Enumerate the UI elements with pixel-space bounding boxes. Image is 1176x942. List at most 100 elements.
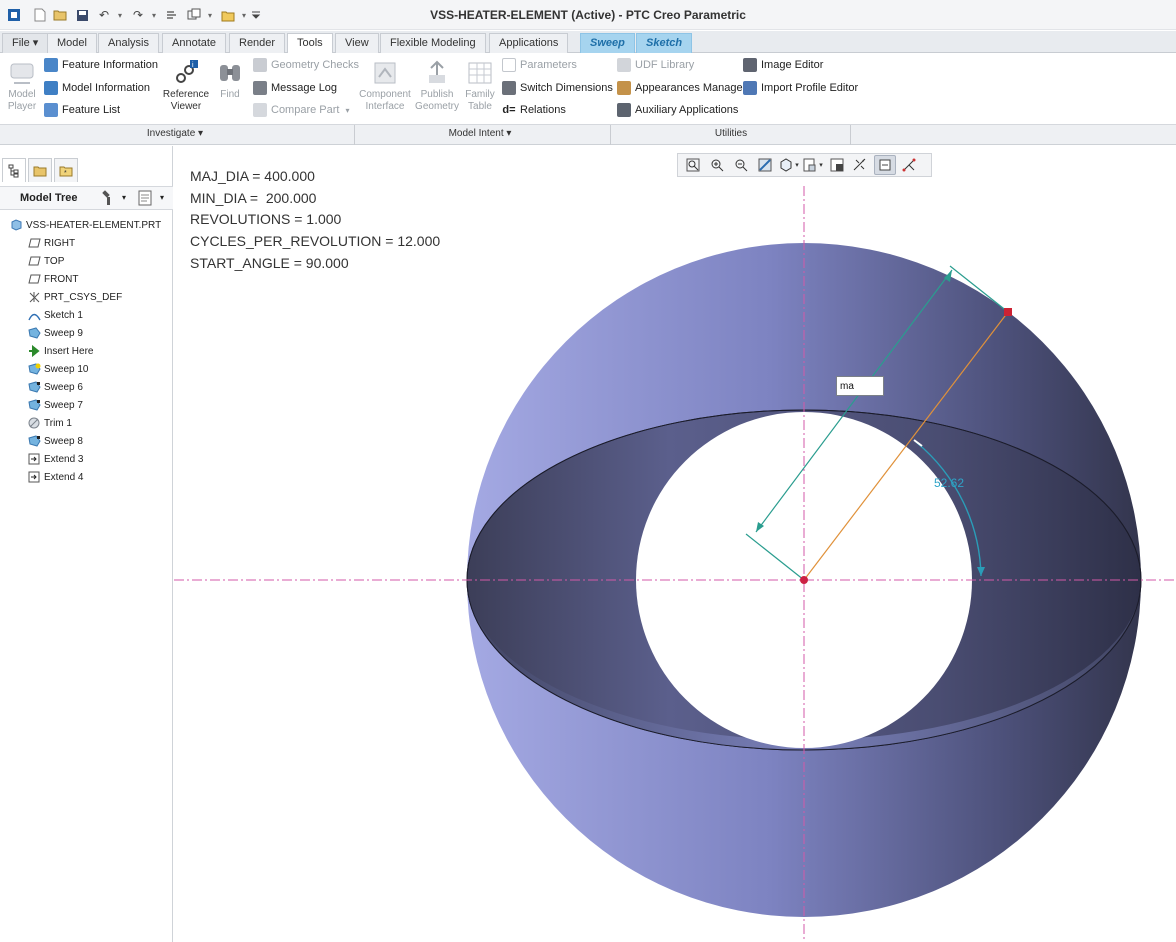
endpoint-handle[interactable]: [1004, 308, 1012, 316]
save-icon[interactable]: [74, 7, 90, 23]
feature-list-label: Feature List: [62, 104, 121, 116]
tab-annotate[interactable]: Annotate: [162, 33, 227, 53]
tab-model[interactable]: Model: [47, 33, 97, 53]
tab-sweep[interactable]: Sweep: [580, 33, 635, 53]
feature-information-button[interactable]: Feature Information: [44, 58, 158, 72]
tab-tools[interactable]: Tools: [287, 33, 333, 54]
close-window-icon[interactable]: [220, 7, 236, 23]
auxiliary-applications-button[interactable]: Auxiliary Applications: [617, 103, 738, 117]
annotation-display-icon[interactable]: *: [850, 155, 872, 175]
angle-dimension-label[interactable]: 52.62: [934, 476, 964, 490]
relations-button[interactable]: d= Relations: [502, 103, 565, 117]
udf-library-icon: [617, 58, 631, 72]
find-button[interactable]: Find: [214, 59, 246, 101]
dimension-value-input[interactable]: [836, 376, 884, 396]
customize-toolbar-icon[interactable]: [248, 7, 264, 23]
tab-view[interactable]: View: [335, 33, 379, 53]
tree-item-part[interactable]: VSS-HEATER-ELEMENT.PRT: [10, 216, 182, 234]
switch-dimensions-button[interactable]: Switch Dimensions: [502, 81, 613, 95]
sweep-icon: [28, 381, 41, 393]
chevron-down-icon: ▾: [345, 105, 350, 115]
group-investigate-label: Investigate: [146, 128, 196, 139]
favorites-tab-icon[interactable]: *: [54, 158, 78, 182]
tree-item-label: Sweep 10: [44, 363, 89, 375]
folder-browser-tab-icon[interactable]: [28, 158, 52, 182]
component-interface-button[interactable]: Component Interface: [358, 59, 412, 113]
tab-applications[interactable]: Applications: [489, 33, 569, 53]
param-min-dia: MIN_DIA = 200.000: [190, 189, 317, 206]
zoom-in-icon[interactable]: [706, 155, 728, 175]
model-information-button[interactable]: Model Information: [44, 81, 150, 95]
udf-library-button[interactable]: UDF Library: [617, 58, 694, 72]
group-separator: [850, 125, 851, 145]
chevron-down-icon[interactable]: ▾: [122, 193, 126, 202]
reference-viewer-button[interactable]: i Reference Viewer: [160, 59, 212, 113]
compare-part-icon: [253, 103, 267, 117]
auxiliary-applications-label: Auxiliary Applications: [635, 104, 739, 116]
refit-icon[interactable]: [682, 155, 704, 175]
open-file-icon[interactable]: [52, 7, 68, 23]
chevron-down-icon[interactable]: ▾: [206, 7, 214, 23]
sweep-active-icon: [28, 363, 41, 375]
appearances-manager-button[interactable]: Appearances Manager: [617, 81, 746, 95]
chevron-down-icon[interactable]: ▾: [240, 7, 248, 23]
graphics-toolbar: ▾ ▾ *: [677, 153, 932, 177]
geometry-checks-icon: [253, 58, 267, 72]
redo-icon[interactable]: ↷: [130, 7, 146, 23]
tree-show-icon[interactable]: [138, 190, 154, 206]
tree-settings-icon[interactable]: [100, 190, 116, 206]
parameters-icon: [502, 58, 516, 72]
param-maj-dia: MAJ_DIA = 400.000: [190, 168, 315, 184]
group-model-intent[interactable]: Model Intent ▾: [425, 128, 535, 139]
chevron-down-icon[interactable]: ▾: [116, 7, 124, 23]
tab-flexible-modeling[interactable]: Flexible Modeling: [380, 33, 486, 53]
model-player-button[interactable]: Model Player: [6, 59, 38, 113]
chevron-down-icon[interactable]: ▾: [150, 7, 158, 23]
regenerate-icon[interactable]: [164, 7, 180, 23]
parameters-button[interactable]: Parameters: [502, 58, 577, 72]
feature-list-button[interactable]: Feature List: [44, 103, 120, 117]
display-style-icon[interactable]: ▾: [778, 155, 800, 175]
spin-center-icon[interactable]: [898, 155, 920, 175]
image-editor-button[interactable]: Image Editor: [743, 58, 823, 72]
family-table-button[interactable]: Family Table: [462, 59, 498, 113]
group-utilities: Utilities: [714, 128, 748, 139]
saved-views-icon[interactable]: ▾: [802, 155, 824, 175]
tab-render[interactable]: Render: [229, 33, 286, 53]
image-editor-icon: [743, 58, 757, 72]
center-point[interactable]: [800, 576, 808, 584]
appearances-manager-label: Appearances Manager: [635, 82, 747, 94]
message-log-button[interactable]: Message Log: [253, 81, 337, 95]
tree-item-label: Insert Here: [44, 345, 94, 357]
app-icon[interactable]: [6, 7, 22, 23]
view-manager-icon[interactable]: [826, 155, 848, 175]
undo-icon[interactable]: ↶: [96, 7, 112, 23]
model-info-icon: [44, 81, 58, 95]
datum-plane-icon: [28, 255, 41, 267]
tree-item-label: RIGHT: [44, 237, 76, 249]
ribbon-tab-bar: File ▾ Model Analysis Annotate Render To…: [0, 31, 1176, 54]
windows-icon[interactable]: [186, 7, 202, 23]
publish-geometry-button[interactable]: Publish Geometry: [414, 59, 460, 113]
model-tree-tab-icon[interactable]: [2, 158, 26, 182]
import-profile-editor-button[interactable]: Import Profile Editor: [743, 81, 858, 95]
image-editor-label: Image Editor: [761, 59, 824, 71]
tab-file[interactable]: File ▾: [2, 33, 49, 53]
geometry-checks-button[interactable]: Geometry Checks: [253, 58, 359, 72]
repaint-icon[interactable]: [754, 155, 776, 175]
chevron-down-icon[interactable]: ▾: [160, 193, 164, 202]
tree-item-label: FRONT: [44, 273, 79, 285]
extend-icon: [28, 453, 41, 465]
graphics-window[interactable]: MAJ_DIA = 400.000 MIN_DIA = 200.000 REVO…: [174, 146, 1176, 942]
sweep-icon: [28, 435, 41, 447]
group-model-intent-label: Model Intent: [448, 128, 504, 139]
group-investigate[interactable]: Investigate ▾: [120, 128, 230, 139]
tab-analysis[interactable]: Analysis: [98, 33, 159, 53]
compare-part-button[interactable]: Compare Part ▾: [253, 103, 350, 117]
model-information-label: Model Information: [62, 82, 151, 94]
sweep-icon: [28, 327, 41, 339]
datum-display-icon[interactable]: [874, 155, 896, 175]
new-file-icon[interactable]: [32, 7, 48, 23]
zoom-out-icon[interactable]: [730, 155, 752, 175]
tab-sketch[interactable]: Sketch: [636, 33, 693, 53]
